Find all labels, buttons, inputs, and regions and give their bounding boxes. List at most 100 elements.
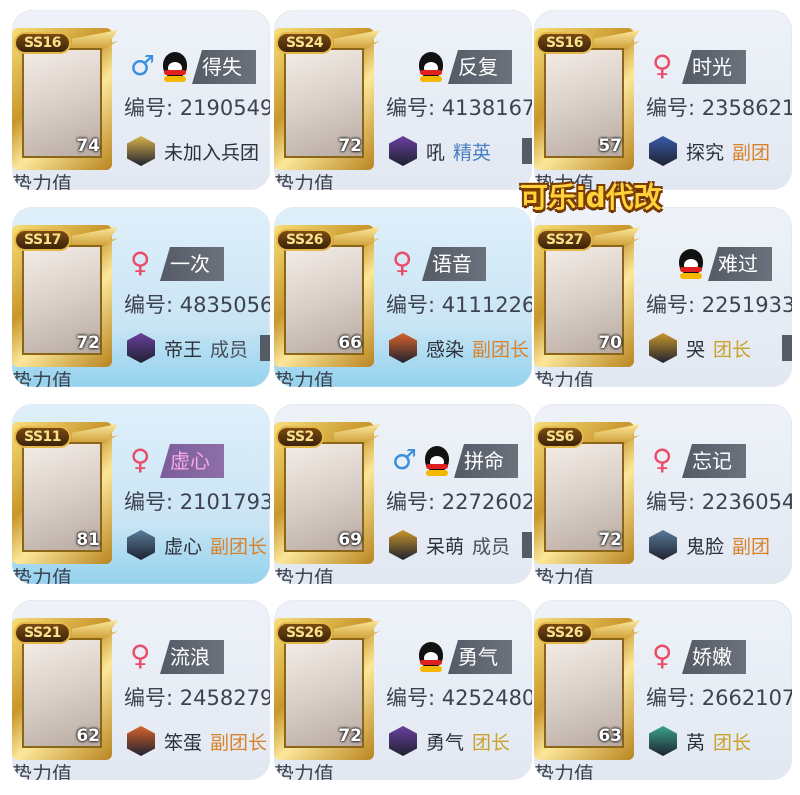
blue-star-emblem-icon xyxy=(646,134,680,168)
team-name: 哭 xyxy=(686,339,706,361)
profile-card[interactable]: SS26 63 ♀ 娇嫩 编号: 2662107 莴团长 势力值 xyxy=(534,600,792,780)
profile-card[interactable]: SS26 72 勇气 编号: 4252480 勇气 团长 势力值 xyxy=(274,600,532,780)
female-icon: ♀ xyxy=(392,246,413,279)
player-id-value: 24582795 xyxy=(179,686,270,710)
fire-emblem-icon xyxy=(386,331,420,365)
player-id-line: 编号: 21905497 xyxy=(124,92,270,122)
profile-card[interactable]: SS21 62 ♀ 流浪编号: 24582795 笨蛋副团长势力值 xyxy=(12,600,270,780)
player-id-value: 2236054 xyxy=(701,490,792,514)
team-info: 虚心 副团长 xyxy=(164,532,267,559)
player-id-value: 21017934 xyxy=(179,490,270,514)
player-id-label: 编号: xyxy=(386,490,442,514)
season-badge: SS16 xyxy=(536,32,594,54)
avatar-frame[interactable]: SS21 62 xyxy=(12,618,118,760)
profile-card[interactable]: SS17 72 ♀ 一次编号: 48350560 帝王成员势力值 xyxy=(12,207,270,387)
power-label: 势力值 xyxy=(534,762,594,780)
season-badge: SS2 xyxy=(276,426,324,448)
profile-card-grid: SS16 74 ♂ 得失编号: 21905497 未加入兵团势力值 SS24 72 反复编号:… xyxy=(0,0,800,795)
gold-w-emblem-icon xyxy=(646,331,680,365)
tag-edge xyxy=(522,532,532,558)
avatar-frame[interactable]: SS6 72 xyxy=(534,422,640,564)
qq-penguin-icon xyxy=(676,247,706,279)
female-icon: ♀ xyxy=(652,443,673,476)
team-name: 呆萌 xyxy=(426,536,465,558)
season-badge: SS26 xyxy=(536,622,594,644)
team-name: 鬼脸 xyxy=(686,536,725,558)
player-id-label: 编号: xyxy=(124,686,180,710)
player-id-label: 编号: xyxy=(646,490,702,514)
team-name: 帝王 xyxy=(164,339,203,361)
gold-w-emblem-icon xyxy=(386,528,420,562)
avatar-frame[interactable]: SS26 63 xyxy=(534,618,640,760)
power-label: 势力值 xyxy=(274,566,334,584)
player-id-line: 编号: 2662107 xyxy=(646,682,792,712)
player-id-label: 编号: xyxy=(386,686,442,710)
avatar-frame[interactable]: SS17 72 xyxy=(12,225,118,367)
player-id-label: 编号: xyxy=(124,490,180,514)
player-id-line: 编号: 22519337 xyxy=(646,289,792,319)
player-name-tag: 拼命 xyxy=(454,444,518,478)
team-info: 未加入兵团 xyxy=(164,138,259,165)
power-label: 势力值 xyxy=(12,762,72,780)
team-role: 副团 xyxy=(732,536,771,558)
female-icon: ♀ xyxy=(652,49,673,82)
profile-card[interactable]: SS16 74 ♂ 得失编号: 21905497 未加入兵团势力值 xyxy=(12,10,270,190)
avatar-frame[interactable]: SS26 72 xyxy=(274,618,380,760)
avatar-frame[interactable]: SS2 69 xyxy=(274,422,380,564)
gold-shield-icon xyxy=(124,134,158,168)
profile-card[interactable]: SS26 66 ♀ 语音编号: 41112263 感染副团长势力值 xyxy=(274,207,532,387)
team-info: 呆萌 成员 xyxy=(426,532,510,559)
team-info: 莴团长 xyxy=(686,728,751,755)
avatar-frame[interactable]: SS24 72 xyxy=(274,28,380,170)
player-id-value: 2662107 xyxy=(701,686,792,710)
level-number: 66 xyxy=(338,333,362,353)
team-info: 帝王 成员 xyxy=(164,335,248,362)
male-icon: ♂ xyxy=(130,49,156,82)
team-name: 探究 xyxy=(686,142,725,164)
team-role: 成员 xyxy=(210,339,249,361)
player-id-line: 编号: 4252480 xyxy=(386,682,532,712)
player-id-label: 编号: xyxy=(124,96,180,120)
level-number: 72 xyxy=(76,333,100,353)
profile-card[interactable]: SS27 70 难过编号: 22519337 哭团长势力值 xyxy=(534,207,792,387)
player-id-line: 编号: 2236054 xyxy=(646,486,792,516)
avatar-frame[interactable]: SS27 70 xyxy=(534,225,640,367)
team-name: 未加入兵团 xyxy=(164,142,260,164)
level-number: 72 xyxy=(338,136,362,156)
player-name-tag: 时光 xyxy=(682,50,746,84)
fire-emblem-icon xyxy=(124,724,158,758)
season-badge: SS6 xyxy=(536,426,584,448)
avatar-frame[interactable]: SS26 66 xyxy=(274,225,380,367)
female-icon: ♀ xyxy=(130,246,151,279)
player-id-value: 21905497 xyxy=(179,96,270,120)
profile-card[interactable]: SS6 72 ♀ 忘记 编号: 2236054 鬼脸 副团 势力值 xyxy=(534,404,792,584)
tag-edge xyxy=(522,138,532,164)
avatar-frame[interactable]: SS16 74 xyxy=(12,28,118,170)
team-role: 副团长 xyxy=(210,732,268,754)
qq-penguin-icon xyxy=(416,50,446,82)
profile-card[interactable]: SS1181♀虚心编号: 21017934虚心副团长势力值 xyxy=(12,404,270,584)
team-info: 哭团长 xyxy=(686,335,751,362)
power-label: 势力值 xyxy=(534,369,594,387)
female-icon: ♀ xyxy=(130,443,151,476)
team-info: 感染 副团长 xyxy=(426,335,529,362)
player-id-label: 编号: xyxy=(386,96,442,120)
player-id-label: 编号: xyxy=(124,293,180,317)
player-id-label: 编号: xyxy=(646,96,702,120)
watermark-text: 可乐id代改 xyxy=(520,181,662,214)
team-role: 团长 xyxy=(713,339,752,361)
player-id-line: 编号: 48350560 xyxy=(124,289,270,319)
female-icon: ♀ xyxy=(130,639,151,672)
team-role: 副团 xyxy=(732,142,771,164)
qq-penguin-icon xyxy=(422,444,452,476)
avatar-frame[interactable]: SS11 81 xyxy=(12,422,118,564)
level-number: 81 xyxy=(76,530,100,550)
season-badge: SS27 xyxy=(536,229,594,251)
profile-card[interactable]: SS2 69 ♂ 拼命编号: 22726026 呆萌成员势力值 xyxy=(274,404,532,584)
season-badge: SS17 xyxy=(14,229,72,251)
avatar-frame[interactable]: SS16 57 xyxy=(534,28,640,170)
profile-card[interactable]: SS24 72 反复编号: 41381671 吼精英势力值 xyxy=(274,10,532,190)
player-name-tag: 虚心 xyxy=(160,444,224,478)
player-name-tag: 一次 xyxy=(160,247,224,281)
profile-card[interactable]: SS16 57 ♀ 时光 编号: 2358621 探究 副团 势力值 xyxy=(534,10,792,190)
